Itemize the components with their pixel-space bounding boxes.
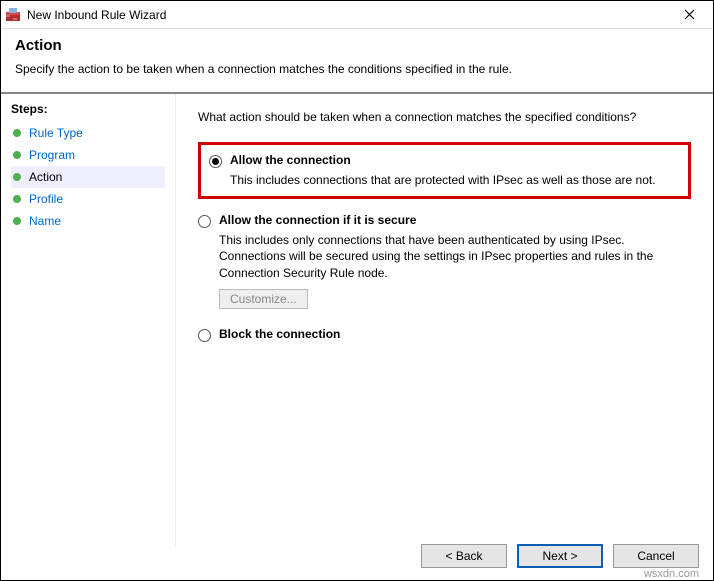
- step-label: Program: [29, 148, 75, 162]
- wizard-window: New Inbound Rule Wizard Action Specify t…: [0, 0, 714, 581]
- content: What action should be taken when a conne…: [176, 94, 713, 546]
- footer: < Back Next > Cancel: [421, 544, 699, 568]
- body: Steps: Rule Type Program Action Profile Name…: [1, 94, 713, 546]
- close-button[interactable]: [669, 2, 709, 28]
- option-block-label: Block the connection: [219, 327, 340, 341]
- step-label: Name: [29, 214, 61, 228]
- bullet-icon: [13, 217, 21, 225]
- titlebar: New Inbound Rule Wizard: [1, 1, 713, 29]
- radio-block[interactable]: [198, 329, 211, 342]
- option-allow-label: Allow the connection: [230, 153, 351, 167]
- bullet-icon: [13, 151, 21, 159]
- steps-label: Steps:: [11, 102, 165, 116]
- watermark: wsxdn.com: [644, 568, 699, 580]
- cancel-button[interactable]: Cancel: [613, 544, 699, 568]
- radio-secure[interactable]: [198, 215, 211, 228]
- next-button[interactable]: Next >: [517, 544, 603, 568]
- option-secure-desc: This includes only connections that have…: [219, 232, 687, 281]
- window-title: New Inbound Rule Wizard: [27, 8, 669, 22]
- step-item-action[interactable]: Action: [11, 166, 165, 188]
- back-button[interactable]: < Back: [421, 544, 507, 568]
- step-item-rule-type[interactable]: Rule Type: [11, 122, 165, 144]
- step-item-profile[interactable]: Profile: [11, 188, 165, 210]
- option-allow-desc: This includes connections that are prote…: [230, 172, 676, 188]
- bullet-icon: [13, 173, 21, 181]
- question-text: What action should be taken when a conne…: [198, 110, 691, 124]
- page-title: Action: [15, 37, 699, 54]
- bullet-icon: [13, 129, 21, 137]
- step-item-program[interactable]: Program: [11, 144, 165, 166]
- steps-sidebar: Steps: Rule Type Program Action Profile Name: [1, 94, 176, 546]
- header: Action Specify the action to be taken wh…: [1, 29, 713, 86]
- step-label: Rule Type: [29, 126, 83, 140]
- step-item-name[interactable]: Name: [11, 210, 165, 232]
- firewall-icon: [5, 7, 21, 23]
- step-label: Profile: [29, 192, 63, 206]
- bullet-icon: [13, 195, 21, 203]
- page-description: Specify the action to be taken when a co…: [15, 62, 699, 76]
- customize-button: Customize...: [219, 289, 308, 309]
- radio-allow[interactable]: [209, 155, 222, 168]
- step-label: Action: [29, 170, 62, 184]
- highlight-box: Allow the connection This includes conne…: [198, 142, 691, 199]
- option-secure-label: Allow the connection if it is secure: [219, 213, 416, 227]
